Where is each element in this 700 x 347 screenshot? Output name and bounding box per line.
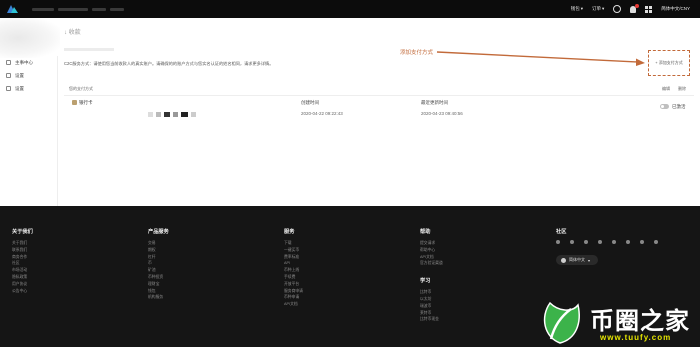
table-header-label: 您的支付方式 <box>69 86 93 91</box>
footer-column-about: 关于我们 关于我们 联系我们 商务合作 社区 市场活动 隐私政策 用户协议 公告… <box>12 228 33 294</box>
footer-link[interactable]: 提交请求 <box>420 240 443 247</box>
footer-link[interactable]: 下载 <box>284 240 303 247</box>
chevron-down-icon: ▾ <box>588 257 591 263</box>
footer-link[interactable]: 联系我们 <box>12 247 33 254</box>
footer-link[interactable]: 用户协议 <box>12 281 33 288</box>
wechat-icon[interactable] <box>640 240 644 244</box>
instagram-icon[interactable] <box>626 240 630 244</box>
footer-link[interactable]: 以太坊 <box>420 296 443 303</box>
footer-link[interactable]: 理财宝 <box>148 281 169 288</box>
table-actions: 编辑 删除 <box>662 86 686 92</box>
footer-column-title: 产品服务 <box>148 229 169 235</box>
footer-link[interactable]: 杠杆 <box>148 254 169 261</box>
footer-link[interactable]: API文档 <box>420 254 443 261</box>
footer-column-title: 服务 <box>284 229 295 235</box>
add-payment-method-button[interactable]: + 添加支付方式 <box>648 50 690 76</box>
footer-link[interactable]: 矿池 <box>148 267 169 274</box>
redacted-account-number <box>148 112 208 117</box>
delete-button[interactable]: 删除 <box>678 86 686 92</box>
footer-link[interactable]: 比特币现金 <box>420 316 443 323</box>
footer-column-products: 产品服务 交易 期权 杠杆 币 矿池 币种投资 理财宝 钱包 机构服务 <box>148 228 169 301</box>
footer-link[interactable]: 帮助中心 <box>420 247 443 254</box>
footer-link[interactable]: 币 <box>148 260 169 267</box>
status-label: 已激活 <box>672 104 686 109</box>
footer-link[interactable]: 钱包 <box>148 288 169 295</box>
footer-language-button[interactable]: 简体中文 ▾ <box>556 255 598 265</box>
footer-link[interactable]: 币种投资 <box>148 274 169 281</box>
updated-time-label: 最近更新时间 <box>421 100 448 105</box>
watermark-name: 币圈之家 <box>590 307 690 335</box>
footer-link[interactable]: 公告中心 <box>12 288 33 295</box>
footer-link[interactable]: 开放平台 <box>284 281 303 288</box>
youtube-icon[interactable] <box>654 240 658 244</box>
footer-link[interactable]: 交易 <box>148 240 169 247</box>
footer-link[interactable]: 商务合作 <box>12 254 33 261</box>
created-time-value: 2020-04-22 09:22:43 <box>301 111 343 116</box>
weibo-icon[interactable] <box>598 240 602 244</box>
footer-link[interactable]: 服务商申请 <box>284 288 303 295</box>
footer-link[interactable]: 机构服务 <box>148 294 169 301</box>
watermark: 币圈之家 www.tuufy.com <box>538 299 700 347</box>
footer-column-help: 帮助 提交请求 帮助中心 API文档 官方验证渠道 学习 比特币 以太坊 瑞波币… <box>420 228 443 323</box>
facebook-icon[interactable] <box>556 240 560 244</box>
footer-link[interactable]: 莱特币 <box>420 310 443 317</box>
created-time-label: 创建时间 <box>301 100 319 105</box>
footer-link[interactable]: 瑞波币 <box>420 303 443 310</box>
footer-column-title: 关于我们 <box>12 229 33 235</box>
reddit-icon[interactable] <box>612 240 616 244</box>
status-toggle[interactable] <box>660 104 669 109</box>
footer-column-community: 社区 <box>556 228 566 240</box>
footer-column-title: 社区 <box>556 229 567 235</box>
footer-link[interactable]: 社区 <box>12 260 33 267</box>
globe-icon <box>561 257 566 263</box>
telegram-icon[interactable] <box>584 240 588 244</box>
footer-link[interactable]: 隐私政策 <box>12 274 33 281</box>
footer-link[interactable]: 费率标准 <box>284 254 303 261</box>
divider <box>64 95 694 96</box>
leaf-logo-icon <box>543 301 580 344</box>
footer-link[interactable]: 手续费 <box>284 274 303 281</box>
payment-methods-table: 您的支付方式 编辑 删除 银行卡 创建时间 2020-04-22 09:22:4… <box>64 80 694 130</box>
footer-link[interactable]: 币种上线 <box>284 267 303 274</box>
footer-link[interactable]: 市场活动 <box>12 267 33 274</box>
footer-language-label: 简体中文 <box>569 257 585 262</box>
footer-link[interactable]: 官方验证渠道 <box>420 260 443 267</box>
bank-card-icon <box>72 100 77 105</box>
payment-method-name: 银行卡 <box>79 100 93 105</box>
footer-column-services: 服务 下载 一键买币 费率标准 API 币种上线 手续费 开放平台 服务商申请 … <box>284 228 303 308</box>
footer-link[interactable]: 关于我们 <box>12 240 33 247</box>
footer-column-title: 学习 <box>420 278 431 285</box>
footer-link[interactable]: 比特币 <box>420 289 443 296</box>
edit-button[interactable]: 编辑 <box>662 86 670 92</box>
footer-link[interactable]: API文档 <box>284 301 303 308</box>
footer-column-title: 帮助 <box>420 229 431 235</box>
footer-link[interactable]: 一键买币 <box>284 247 303 254</box>
footer-link[interactable]: 期权 <box>148 247 169 254</box>
social-links <box>556 240 658 244</box>
footer-link[interactable]: API <box>284 260 303 267</box>
twitter-icon[interactable] <box>570 240 574 244</box>
updated-time-value: 2020-04-23 09:40:56 <box>421 111 463 116</box>
watermark-url: www.tuufy.com <box>600 333 672 342</box>
footer-link[interactable]: 币种申请 <box>284 294 303 301</box>
